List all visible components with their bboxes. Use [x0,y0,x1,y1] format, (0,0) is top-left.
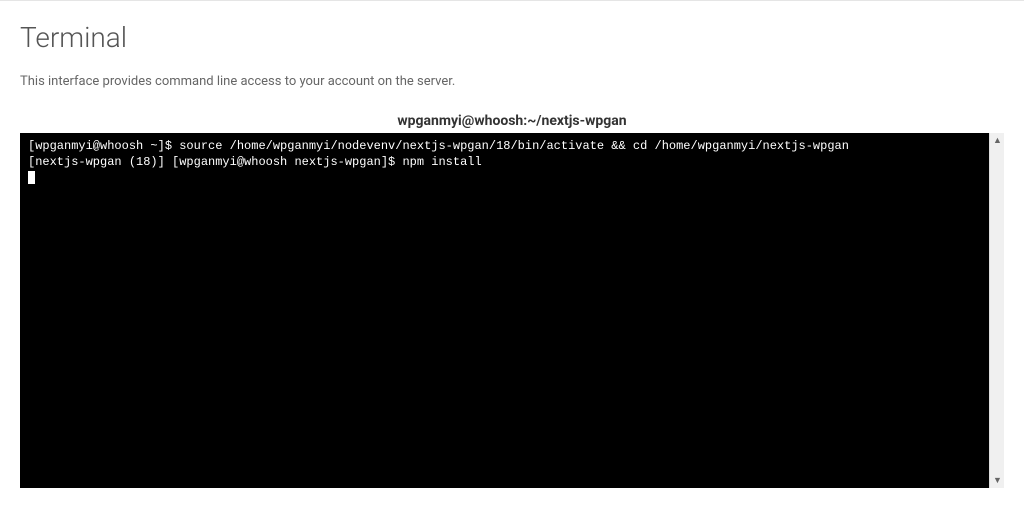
terminal-line: [wpganmyi@whoosh ~]$ source /home/wpganm… [28,139,981,155]
terminal-wrapper: [wpganmyi@whoosh ~]$ source /home/wpganm… [20,133,1004,488]
scrollbar-down-arrow-icon[interactable]: ▼ [990,473,1005,488]
terminal-session-label: wpganmyi@whoosh:~/nextjs-wpgan [20,109,1004,133]
terminal-cursor [28,171,35,184]
page-description: This interface provides command line acc… [20,74,1004,89]
scrollbar-up-arrow-icon[interactable]: ▲ [990,133,1005,148]
terminal-console[interactable]: [wpganmyi@whoosh ~]$ source /home/wpganm… [20,133,989,488]
terminal-page: Terminal This interface provides command… [0,0,1024,523]
page-title: Terminal [20,21,1004,54]
terminal-scrollbar[interactable]: ▲ ▼ [989,133,1004,488]
terminal-line: [nextjs-wpgan (18)] [wpganmyi@whoosh nex… [28,155,981,171]
